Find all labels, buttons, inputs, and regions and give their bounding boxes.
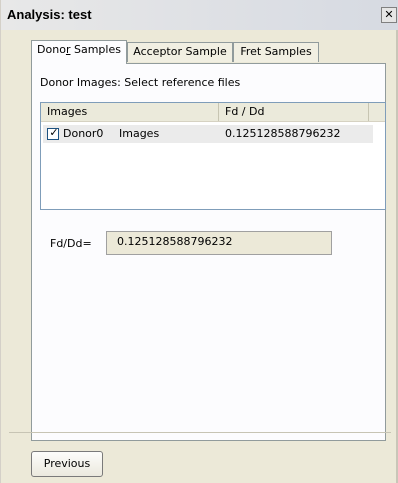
column-header-filler <box>369 103 385 121</box>
fd-dd-label: Fd/Dd= <box>50 237 92 250</box>
title-bar[interactable]: Analysis: test ✕ <box>1 0 398 30</box>
reference-files-list[interactable]: Images Fd / Dd ✓ Donor0 Images 0.1251285… <box>40 102 386 210</box>
donor-samples-panel: Donor Images: Select reference files Ima… <box>31 63 386 441</box>
row-name: Donor0 <box>63 127 104 140</box>
row-images: Images <box>119 127 160 140</box>
tab-acceptor-sample[interactable]: Acceptor Sample <box>127 42 233 62</box>
previous-button[interactable]: Previous <box>31 451 103 477</box>
row-fd-dd-value: 0.125128588796232 <box>225 127 341 140</box>
window-title: Analysis: test <box>7 7 92 22</box>
footer-divider <box>9 432 391 433</box>
tab-fret-samples[interactable]: Fret Samples <box>233 42 319 62</box>
row-checkbox[interactable]: ✓ <box>47 126 59 140</box>
analysis-window: Analysis: test ✕ Donor Samples Acceptor … <box>0 0 398 483</box>
list-item[interactable]: ✓ Donor0 Images 0.125128588796232 <box>43 125 373 143</box>
instruction-text: Donor Images: Select reference files <box>40 76 241 89</box>
column-header-fd-dd[interactable]: Fd / Dd <box>219 103 369 121</box>
checkmark-icon: ✓ <box>49 126 59 139</box>
close-button[interactable]: ✕ <box>381 7 397 23</box>
tab-donor-samples-label: Donor Samples <box>37 43 121 56</box>
tab-acceptor-sample-label: Acceptor Sample <box>133 45 227 58</box>
list-header: Images Fd / Dd <box>41 103 385 122</box>
column-header-images[interactable]: Images <box>41 103 219 121</box>
fd-dd-value-field: 0.125128588796232 <box>106 231 332 255</box>
tab-donor-samples[interactable]: Donor Samples <box>31 40 127 64</box>
close-icon: ✕ <box>384 8 394 21</box>
tab-fret-samples-label: Fret Samples <box>240 45 312 58</box>
